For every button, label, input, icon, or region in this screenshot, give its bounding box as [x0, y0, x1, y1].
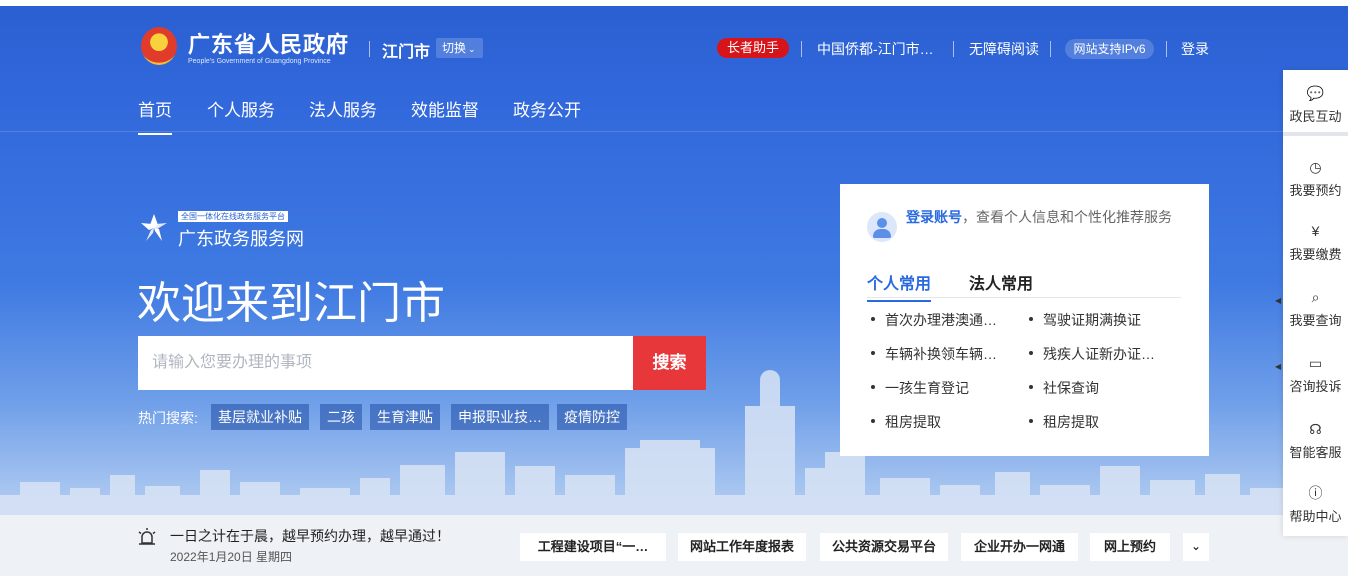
service-item[interactable]: 租房提取 [867, 412, 941, 432]
sidebar-label: 智能客服 [1289, 445, 1342, 460]
alarm-light-icon [138, 528, 156, 545]
site-name[interactable]: 广东省人民政府 [188, 27, 349, 59]
quick-link-business-startup[interactable]: 企业开办一网通 [961, 533, 1078, 561]
nav-government-affairs[interactable]: 政务公开 [513, 96, 581, 133]
headset-icon: ☊ [1309, 421, 1322, 437]
national-emblem-logo[interactable] [141, 27, 177, 65]
sidebar-label: 我要查询 [1289, 313, 1342, 328]
main-nav: 首页 个人服务 法人服务 效能监督 政务公开 [0, 92, 1348, 135]
help-circle-icon: ⓘ [1308, 485, 1323, 501]
sidebar-item-interaction[interactable]: 💬 政民互动 [1283, 70, 1348, 136]
service-item[interactable]: 首次办理港澳通… [867, 310, 997, 330]
message-square-icon: ▭ [1308, 355, 1323, 371]
divider [953, 41, 954, 57]
top-strip [0, 0, 1348, 6]
portal-subtitle: 全国一体化在线政务服务平台 [178, 211, 288, 222]
divider [369, 41, 370, 57]
caret-left-icon: ◀ [1275, 362, 1282, 371]
tab-personal-common[interactable]: 个人常用 [867, 270, 932, 302]
accessibility-link[interactable]: 无障碍阅读 [969, 39, 1039, 59]
service-item[interactable]: 残疾人证新办证… [1025, 344, 1155, 364]
sidebar-item-customer-service[interactable]: ☊ 智能客服 [1283, 420, 1348, 461]
city-switch-button[interactable]: 切换 ⌄ [436, 38, 483, 58]
chat-bubble-icon: 💬 [1306, 85, 1325, 101]
service-item[interactable]: 车辆补换领车辆… [867, 344, 997, 364]
tab-legal-common[interactable]: 法人常用 [969, 270, 1033, 300]
portal-flower-logo [141, 214, 167, 241]
clock-icon: ◷ [1309, 159, 1322, 175]
quick-link-annual-report[interactable]: 网站工作年度报表 [678, 533, 806, 561]
more-links-button[interactable]: ⌄ [1183, 533, 1209, 561]
sidebar-item-help[interactable]: ⓘ 帮助中心 [1283, 484, 1348, 525]
sidebar-item-payment[interactable]: ¥ 我要缴费 [1283, 222, 1348, 263]
nav-home[interactable]: 首页 [138, 96, 172, 135]
city-portal-link[interactable]: 中国侨都-江门市… [817, 39, 934, 59]
service-tabs: 个人常用 法人常用 [867, 268, 1181, 302]
login-account-link[interactable]: 登录账号 [906, 209, 962, 225]
current-date: 2022年1月20日 星期四 [170, 550, 293, 564]
quick-link-public-resources[interactable]: 公共资源交易平台 [820, 533, 948, 561]
city-switch-label: 切换 [442, 41, 467, 55]
sidebar-item-complaint[interactable]: ◀ ▭ 咨询投诉 [1275, 354, 1348, 395]
sidebar-item-query[interactable]: ◀ ⌕ 我要查询 [1275, 288, 1348, 329]
login-link[interactable]: 登录 [1181, 39, 1209, 59]
right-float-sidebar: 💬 政民互动 ◷ 我要预约 ¥ 我要缴费 ◀ ⌕ 我要查询 ◀ ▭ 咨询投诉 ☊… [1275, 70, 1348, 536]
nav-legal-entity-services[interactable]: 法人服务 [309, 96, 377, 133]
sidebar-item-content: 💬 政民互动 [1283, 84, 1348, 125]
login-card: 登录账号，查看个人信息和个性化推荐服务 个人常用 法人常用 首次办理港澳通… 驾… [840, 184, 1209, 456]
service-item[interactable]: 一孩生育登记 [867, 378, 969, 398]
notice-text: 一日之计在于晨，越早预约办理，越早通过！ [170, 528, 450, 544]
avatar [867, 212, 897, 242]
sidebar-label: 帮助中心 [1289, 509, 1342, 524]
sidebar-item-booking[interactable]: ◷ 我要预约 [1283, 158, 1348, 199]
current-city: 江门市 [382, 44, 431, 61]
elder-assistant-button[interactable]: 长者助手 [717, 38, 789, 58]
quick-link-online-booking[interactable]: 网上预约 [1090, 533, 1170, 561]
sidebar-label: 咨询投诉 [1289, 379, 1342, 394]
sidebar-label: 政民互动 [1289, 109, 1342, 124]
quick-link-engineering[interactable]: 工程建设项目“一… [520, 533, 666, 561]
service-item[interactable]: 租房提取 [1025, 412, 1099, 432]
service-item[interactable]: 社保查询 [1025, 378, 1099, 398]
nav-personal-services[interactable]: 个人服务 [207, 96, 275, 133]
login-prompt-text: ，查看个人信息和个性化推荐服务 [962, 209, 1172, 225]
portal-name: 广东政务服务网 [178, 229, 304, 249]
site-name-english: People's Government of Guangdong Provinc… [188, 58, 331, 65]
welcome-title: 欢迎来到江门市 [137, 279, 445, 328]
login-prompt: 登录账号，查看个人信息和个性化推荐服务 [906, 206, 1186, 228]
caret-left-icon: ◀ [1275, 296, 1282, 305]
ipv6-badge: 网站支持IPv6 [1065, 39, 1154, 59]
chevron-down-icon: ⌄ [1190, 539, 1202, 553]
yuan-icon: ¥ [1311, 223, 1320, 239]
hero-banner: 广东省人民政府 People's Government of Guangdong… [0, 0, 1348, 515]
chevron-down-icon: ⌄ [468, 44, 476, 54]
sidebar-label: 我要预约 [1289, 183, 1342, 198]
divider [1050, 41, 1051, 57]
search-icon: ⌕ [1311, 289, 1320, 305]
service-item[interactable]: 驾驶证期满换证 [1025, 310, 1141, 330]
nav-efficiency-supervision[interactable]: 效能监督 [411, 96, 479, 133]
divider [801, 41, 802, 57]
divider [1166, 41, 1167, 57]
sidebar-label: 我要缴费 [1289, 247, 1342, 262]
